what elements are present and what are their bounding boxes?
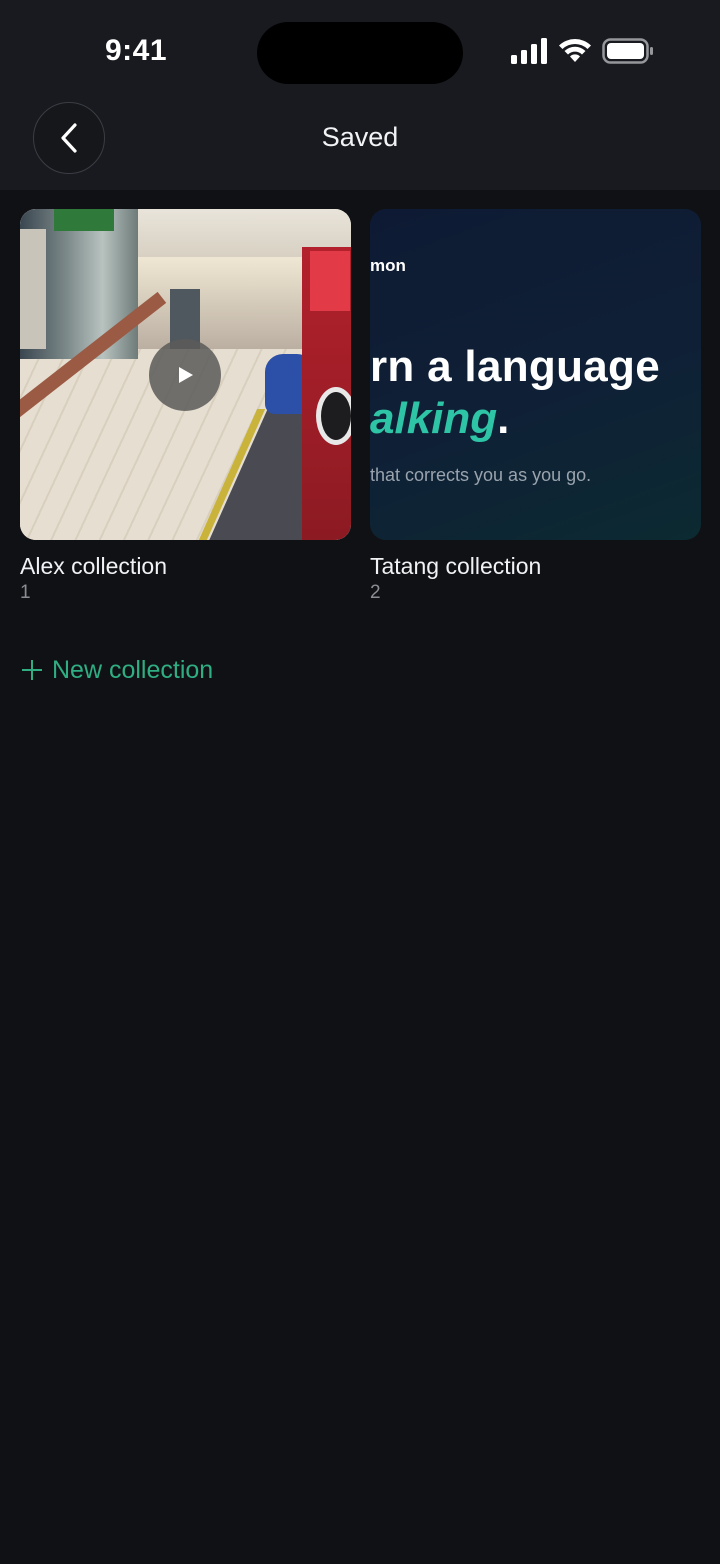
collection-count: 2 [370,582,381,603]
promo-headline-accent-text: alking [370,394,498,443]
battery-icon [602,38,653,64]
collection-thumbnail-video[interactable] [20,209,351,540]
wifi-icon [559,39,591,62]
promo-headline-accent: alking. [370,394,509,444]
status-icons [510,38,660,68]
collection-count: 1 [20,582,31,603]
saved-screen: 9:41 Saved Alex collection 1 mon rn a la… [0,0,720,1564]
collection-title: Tatang collection [370,553,542,579]
collection-title: Alex collection [20,553,168,579]
promo-headline: rn a language [370,342,660,391]
dynamic-island [257,22,463,84]
promo-brand: mon [370,256,406,275]
promo-headline-punct: . [497,394,510,443]
new-collection-label: New collection [52,655,214,684]
promo-subtitle: that corrects you as you go. [370,465,592,485]
new-collection-button[interactable]: New collection [22,654,213,686]
collection-thumbnail-image[interactable]: mon rn a language alking. that corrects … [370,209,701,540]
page-title: Saved [321,122,399,152]
collection-card-tatang[interactable]: mon rn a language alking. that corrects … [370,209,701,604]
status-time: 9:41 [104,34,168,67]
signal-icon [511,38,547,64]
play-button[interactable] [149,339,221,411]
collection-card-alex[interactable]: Alex collection 1 [20,209,351,604]
top-bar: 9:41 Saved [0,0,720,190]
play-icon [179,367,193,383]
plus-icon [22,660,42,680]
